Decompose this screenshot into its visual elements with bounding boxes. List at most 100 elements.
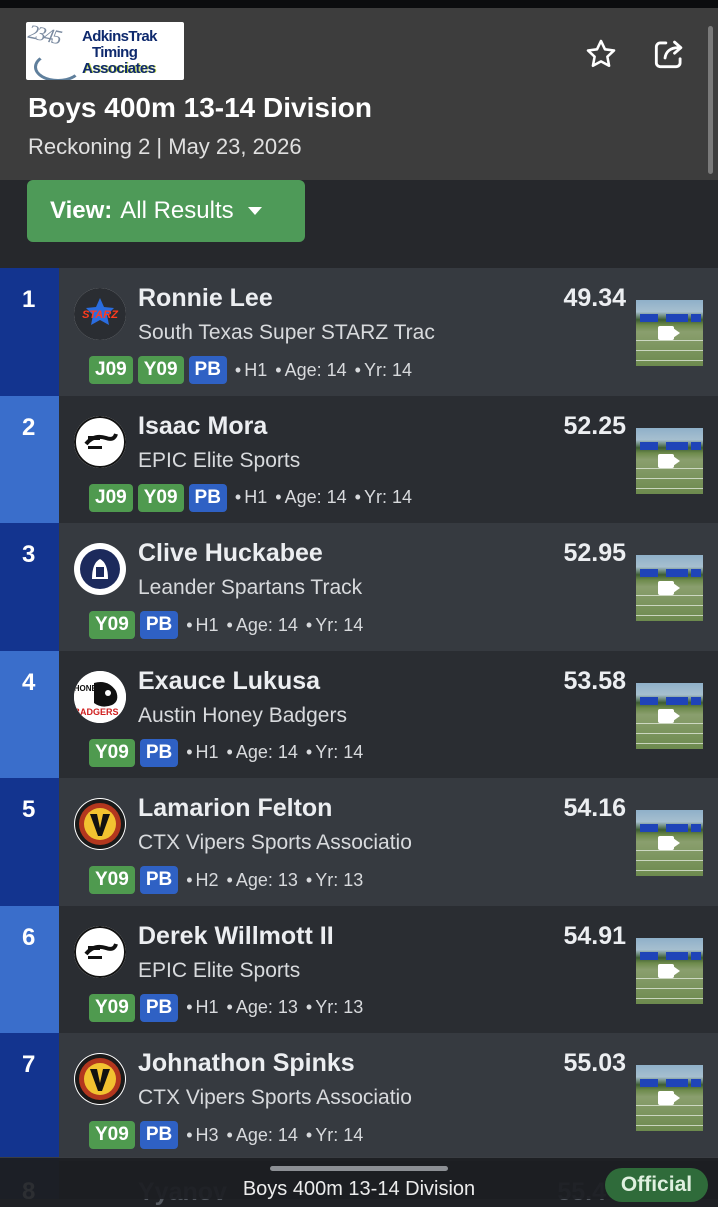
team-name[interactable]: Leander Spartans Track	[138, 576, 478, 600]
year-label: Yr: 14	[363, 359, 412, 380]
badge-y09: Y09	[137, 356, 184, 384]
result-row[interactable]: 4 HONEY BADGERS Exauce Lukusa Austin Hone…	[0, 650, 718, 778]
svg-text:STARZ: STARZ	[82, 309, 119, 321]
place-number: 3	[0, 523, 59, 651]
place-number: 6	[0, 905, 59, 1033]
team-logo-icon	[74, 543, 126, 595]
video-camera-icon	[658, 581, 680, 595]
race-video-thumbnail[interactable]	[636, 810, 703, 876]
badge-j09: J09	[89, 356, 133, 384]
result-row[interactable]: 2 Isaac Mora EPIC Elite Sports 52.25 J09…	[0, 395, 718, 523]
team-name[interactable]: CTX Vipers Sports Associatio	[138, 831, 478, 855]
team-logo-icon	[74, 798, 126, 850]
separator: •	[186, 742, 193, 762]
age-label: Age: 14	[235, 742, 298, 762]
result-mark: 55.03	[563, 1049, 626, 1077]
result-mark: 53.58	[563, 666, 626, 695]
result-row[interactable]: 1 STARZ Ronnie Lee South Texas Super STA…	[0, 268, 718, 396]
badge-pb: PB	[188, 483, 227, 512]
result-meta: J09 Y09 PB • H1 • Age: 14 • Yr: 14	[89, 483, 412, 512]
team-logo-icon	[74, 925, 126, 978]
athlete-name[interactable]: Exauce Lukusa	[138, 667, 320, 696]
separator: •	[221, 742, 233, 762]
athlete-name[interactable]: Johnathon Spinks	[138, 1049, 355, 1078]
result-row[interactable]: 7 Johnathon Spinks CTX Vipers Sports Ass…	[0, 1033, 718, 1161]
svg-text:HONEY: HONEY	[74, 684, 103, 693]
video-camera-icon	[658, 836, 680, 850]
separator: •	[270, 359, 282, 380]
team-name[interactable]: South Texas Super STARZ Trac	[138, 321, 478, 345]
separator: •	[300, 614, 313, 635]
share-button[interactable]	[647, 32, 691, 76]
race-video-thumbnail[interactable]	[636, 300, 703, 366]
age-label: Age: 14	[235, 614, 298, 635]
badge-y09: Y09	[89, 993, 135, 1022]
place-number: 1	[0, 268, 59, 396]
heat-label: H1	[195, 742, 219, 762]
separator: •	[234, 487, 242, 507]
separator: •	[349, 487, 361, 507]
result-mark: 54.16	[563, 794, 626, 822]
athlete-name[interactable]: Isaac Mora	[138, 412, 267, 441]
athlete-name[interactable]: Clive Huckabee	[138, 539, 323, 568]
place-number: 2	[0, 395, 59, 523]
team-name[interactable]: EPIC Elite Sports	[138, 959, 478, 983]
scrollbar[interactable]	[708, 26, 713, 174]
heat-label: H2	[195, 869, 219, 890]
result-row[interactable]: 6 Derek Willmott II EPIC Elite Sports 54…	[0, 905, 718, 1033]
team-name[interactable]: CTX Vipers Sports Associatio	[138, 1086, 478, 1110]
separator: •	[270, 487, 282, 507]
video-camera-icon	[658, 708, 680, 723]
badge-y09: Y09	[137, 483, 184, 512]
race-video-thumbnail[interactable]	[636, 1065, 703, 1131]
team-name[interactable]: EPIC Elite Sports	[138, 449, 478, 473]
result-meta: Y09 PB • H1 • Age: 14 • Yr: 14	[89, 611, 363, 639]
separator: •	[221, 614, 233, 635]
athlete-name[interactable]: Lamarion Felton	[138, 794, 332, 823]
sheet-handle[interactable]	[270, 1166, 448, 1171]
age-label: Age: 14	[284, 487, 347, 507]
result-mark: 54.91	[563, 921, 626, 950]
athlete-name[interactable]: Ronnie Lee	[138, 284, 273, 313]
heat-label: H3	[195, 1124, 219, 1145]
separator: •	[300, 742, 313, 762]
result-row[interactable]: 3 Clive Huckabee Leander Spartans Track …	[0, 523, 718, 651]
age-label: Age: 13	[235, 869, 298, 890]
race-video-thumbnail[interactable]	[636, 427, 703, 494]
status-bar	[0, 0, 718, 8]
year-label: Yr: 13	[315, 997, 364, 1017]
view-value: All Results	[120, 197, 234, 224]
video-camera-icon	[658, 963, 680, 978]
result-row[interactable]: 5 Lamarion Felton CTX Vipers Sports Asso…	[0, 778, 718, 906]
year-label: Yr: 14	[315, 742, 364, 762]
video-camera-icon	[658, 326, 680, 340]
separator: •	[186, 869, 193, 890]
result-mark: 52.25	[563, 411, 626, 440]
heat-label: H1	[244, 359, 268, 380]
result-meta: Y09 PB • H2 • Age: 13 • Yr: 13	[89, 866, 363, 894]
bottom-sheet[interactable]: Boys 400m 13-14 Division Official	[0, 1157, 718, 1202]
video-camera-icon	[658, 453, 680, 468]
race-video-thumbnail[interactable]	[636, 555, 703, 621]
badge-pb: PB	[139, 738, 179, 767]
team-logo-icon	[74, 1053, 126, 1105]
event-subtitle: Reckoning 2 | May 23, 2026	[28, 134, 302, 159]
age-label: Age: 13	[235, 997, 298, 1017]
official-status-badge: Official	[605, 1168, 708, 1202]
video-camera-icon	[658, 1091, 680, 1105]
race-video-thumbnail[interactable]	[636, 937, 703, 1004]
favorite-button[interactable]	[579, 32, 623, 76]
view-label: View:	[50, 197, 113, 224]
age-label: Age: 14	[284, 359, 347, 380]
race-video-thumbnail[interactable]	[636, 682, 703, 749]
result-meta: Y09 PB • H3 • Age: 14 • Yr: 14	[89, 1121, 363, 1149]
team-name[interactable]: Austin Honey Badgers	[138, 704, 478, 728]
athlete-name[interactable]: Derek Willmott II	[138, 922, 334, 951]
separator: •	[234, 359, 242, 380]
results-list: 1 STARZ Ronnie Lee South Texas Super STA…	[0, 268, 718, 1161]
separator: •	[300, 1124, 313, 1145]
badge-j09: J09	[89, 483, 133, 512]
result-meta: J09 Y09 PB • H1 • Age: 14 • Yr: 14	[89, 356, 412, 384]
view-filter-dropdown[interactable]: View: All Results	[27, 180, 305, 242]
view-bar: View: All Results	[0, 180, 718, 268]
